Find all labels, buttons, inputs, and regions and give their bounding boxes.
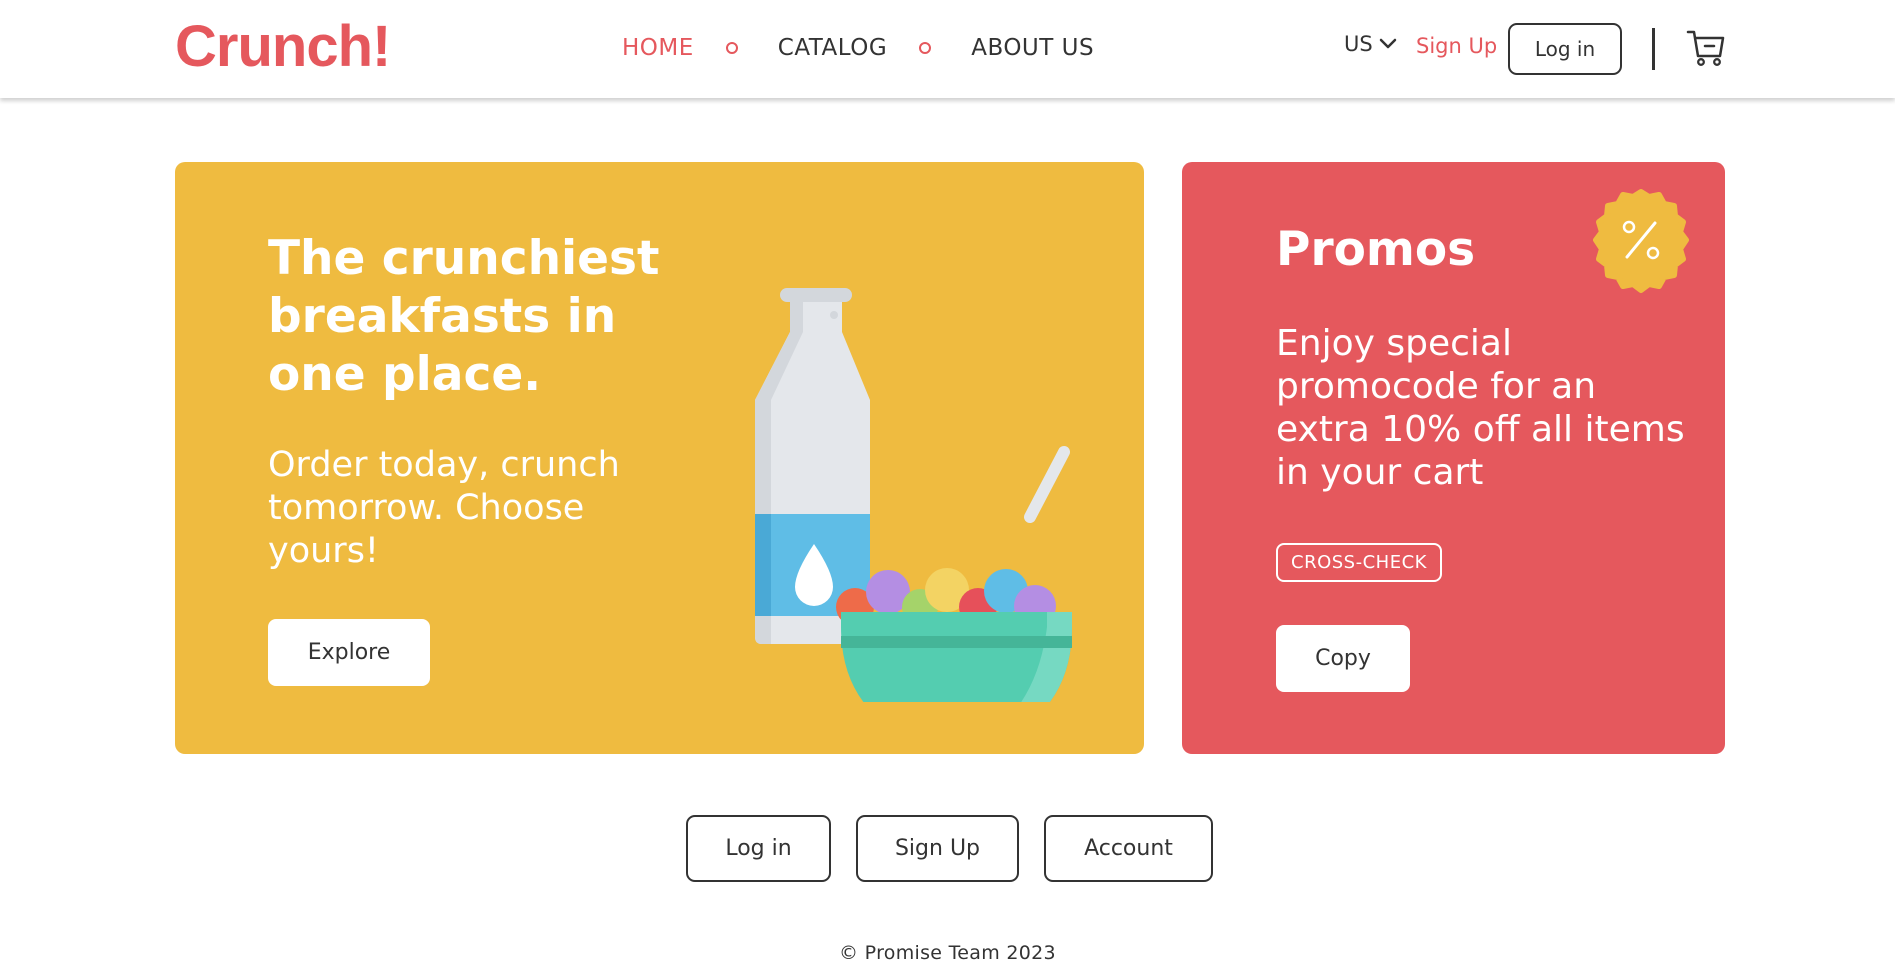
nav-about-us[interactable]: ABOUT US [971,30,1094,66]
promo-text: Enjoy special promocode for an extra 10%… [1276,323,1685,493]
hero-subtitle: Order today, crunch tomorrow. Choose you… [268,445,620,571]
promo-card: Promos Enjoy special promocode for an ex… [1182,162,1725,754]
chevron-down-icon [1379,38,1396,49]
language-selector[interactable]: US [1344,32,1397,56]
percent-badge-icon [1593,189,1689,293]
logo[interactable]: Crunch! [175,14,391,80]
hero-card: The crunchiest breakfasts in one place. … [175,162,1144,754]
hero-title: The crunchiest breakfasts in one place. [268,231,660,402]
cart-icon [1686,30,1725,66]
nav-separator-dot [725,42,738,54]
footer-copyright: © Promise Team 2023 [839,942,1056,964]
account-button[interactable]: Account [1044,815,1213,882]
nav-separator-dot [919,42,932,54]
bottom-login-button[interactable]: Log in [686,815,831,882]
main-nav: HOME CATALOG ABOUT US [622,30,1094,66]
nav-catalog[interactable]: CATALOG [778,30,887,66]
site-header: Crunch! HOME CATALOG ABOUT US US Sign Up… [0,0,1895,98]
signup-link[interactable]: Sign Up [1416,34,1497,58]
promo-title: Promos [1276,222,1476,277]
language-label: US [1344,32,1373,56]
copy-button[interactable]: Copy [1276,625,1410,692]
header-divider [1652,28,1655,70]
breakfast-illustration [755,288,1072,702]
bottom-signup-button[interactable]: Sign Up [856,815,1019,882]
explore-button[interactable]: Explore [268,619,430,686]
nav-home[interactable]: HOME [622,30,694,66]
spoon-icon [1024,446,1070,523]
promo-code-badge: CROSS-CHECK [1276,543,1442,582]
bowl-icon [841,612,1072,702]
login-button[interactable]: Log in [1508,23,1622,75]
cart-button[interactable] [1686,28,1726,72]
